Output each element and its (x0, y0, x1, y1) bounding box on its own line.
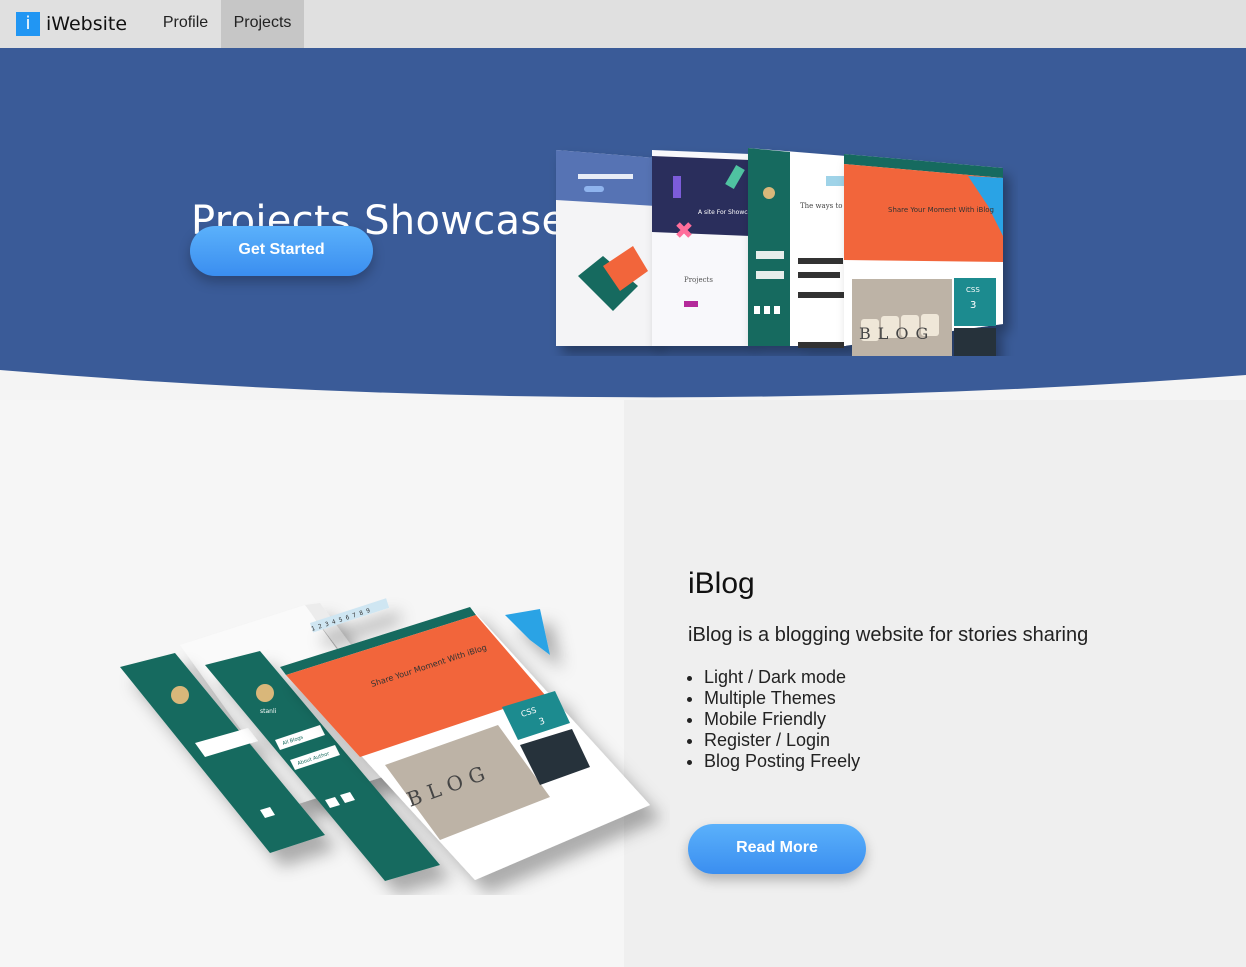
mockup-projects-label: Projects (684, 276, 713, 284)
feature-item: Multiple Themes (704, 688, 860, 709)
mockup-avatar-name: stanli (260, 708, 277, 715)
get-started-button[interactable]: Get Started (190, 226, 373, 276)
read-more-button[interactable]: Read More (688, 824, 866, 874)
feature-item: Light / Dark mode (704, 667, 860, 688)
mockup-card-2: A site For Showcasing Projects (652, 150, 764, 346)
project-title: iBlog (688, 567, 755, 600)
mockup-css-number: 3 (970, 300, 976, 311)
feature-item: Blog Posting Freely (704, 751, 860, 772)
feature-item: Register / Login (704, 730, 860, 751)
brand[interactable]: i iWebsite (16, 12, 127, 36)
brand-name: iWebsite (46, 13, 128, 35)
mockup-css-badge: CSS (966, 286, 980, 294)
iblog-mockup-image: stanli All Blogs About Author Share Your… (120, 598, 650, 881)
top-navbar: i iWebsite Profile Projects (0, 0, 1246, 48)
hero-section: Projects Showcase Get Started A site For… (0, 48, 1246, 400)
feature-item: Mobile Friendly (704, 709, 860, 730)
hero-screenshots-mockup: A site For Showcasing Projects The ways … (556, 148, 1003, 356)
project-description: iBlog is a blogging website for stories … (688, 624, 1089, 646)
brand-logo-icon: i (16, 12, 40, 36)
nav-link-projects[interactable]: Projects (221, 0, 304, 48)
nav-link-profile[interactable]: Profile (150, 0, 221, 48)
feature-list: Light / Dark mode Multiple Themes Mobile… (704, 667, 860, 772)
mockup-card-1 (556, 150, 656, 346)
mockup-banner-title: Share Your Moment With iBlog (888, 206, 994, 214)
mockup-blog-word: BLOG (859, 324, 935, 343)
mockup-card-4: Share Your Moment With iBlog BLOG CSS 3 (844, 154, 1003, 356)
